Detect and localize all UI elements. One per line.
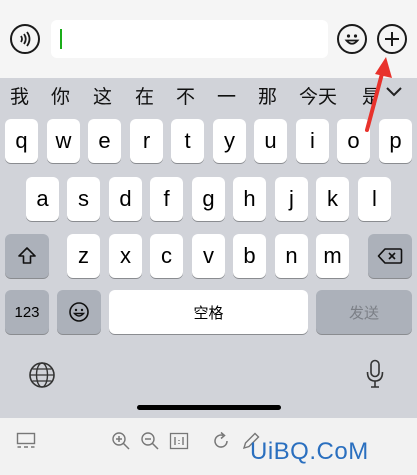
key-k[interactable]: k bbox=[316, 177, 349, 221]
rotate-icon[interactable] bbox=[211, 431, 231, 451]
key-e[interactable]: e bbox=[88, 119, 121, 163]
key-c[interactable]: c bbox=[150, 234, 183, 278]
key-r[interactable]: r bbox=[130, 119, 163, 163]
backspace-icon bbox=[377, 248, 403, 264]
emoji-icon bbox=[69, 302, 89, 322]
key-y[interactable]: y bbox=[213, 119, 246, 163]
key-l[interactable]: l bbox=[358, 177, 391, 221]
candidate-item[interactable]: 不 bbox=[176, 82, 195, 109]
send-key[interactable]: 发送 bbox=[316, 290, 412, 334]
voice-input-icon[interactable] bbox=[10, 24, 40, 54]
key-m[interactable]: m bbox=[316, 234, 349, 278]
annotation-arrow-icon bbox=[365, 57, 392, 132]
key-x[interactable]: x bbox=[109, 234, 142, 278]
globe-icon[interactable] bbox=[28, 361, 56, 389]
candidate-item[interactable]: 那 bbox=[258, 82, 277, 109]
space-key[interactable]: 空格 bbox=[109, 290, 308, 334]
key-v[interactable]: v bbox=[192, 234, 225, 278]
message-input[interactable] bbox=[51, 20, 328, 58]
more-functions-plus-icon[interactable] bbox=[377, 24, 407, 54]
key-f[interactable]: f bbox=[150, 177, 183, 221]
home-indicator bbox=[137, 405, 281, 410]
zoom-out-icon[interactable] bbox=[140, 431, 160, 451]
text-caret bbox=[60, 29, 62, 49]
shift-key[interactable] bbox=[5, 234, 49, 278]
candidate-item[interactable]: 这 bbox=[93, 82, 112, 109]
watermark-logo: UiBQ.CoM bbox=[250, 438, 369, 465]
key-q[interactable]: q bbox=[5, 119, 38, 163]
key-b[interactable]: b bbox=[233, 234, 266, 278]
thumbnail-view-icon[interactable] bbox=[16, 432, 36, 450]
key-s[interactable]: s bbox=[67, 177, 100, 221]
numbers-key[interactable]: 123 bbox=[5, 290, 49, 334]
candidate-item[interactable]: 你 bbox=[51, 82, 70, 109]
key-i[interactable]: i bbox=[296, 119, 329, 163]
delete-key[interactable] bbox=[368, 234, 412, 278]
actual-size-icon[interactable] bbox=[169, 432, 189, 450]
key-z[interactable]: z bbox=[67, 234, 100, 278]
key-h[interactable]: h bbox=[233, 177, 266, 221]
key-t[interactable]: t bbox=[171, 119, 204, 163]
key-g[interactable]: g bbox=[192, 177, 225, 221]
candidate-item[interactable]: 今天 bbox=[299, 82, 337, 109]
candidate-item[interactable]: 我 bbox=[10, 82, 29, 109]
candidate-item[interactable]: 一 bbox=[217, 82, 236, 109]
key-w[interactable]: w bbox=[47, 119, 80, 163]
key-n[interactable]: n bbox=[275, 234, 308, 278]
key-d[interactable]: d bbox=[109, 177, 142, 221]
zoom-in-icon[interactable] bbox=[111, 431, 131, 451]
emoji-icon[interactable] bbox=[337, 24, 367, 54]
candidate-item[interactable]: 在 bbox=[135, 82, 154, 109]
key-j[interactable]: j bbox=[275, 177, 308, 221]
key-u[interactable]: u bbox=[254, 119, 287, 163]
microphone-icon[interactable] bbox=[365, 359, 385, 389]
key-a[interactable]: a bbox=[26, 177, 59, 221]
shift-arrow-icon bbox=[18, 247, 36, 264]
emoji-keyboard-key[interactable] bbox=[57, 290, 101, 334]
